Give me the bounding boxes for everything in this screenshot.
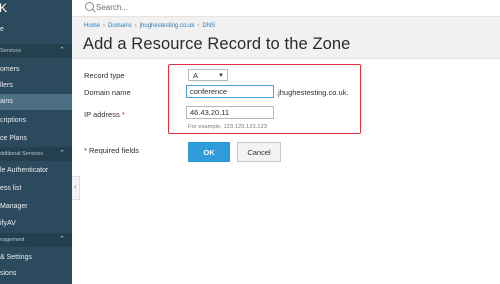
required-star: * — [121, 110, 125, 119]
breadcrumb-separator: › — [103, 23, 106, 29]
page-header: Home › Domains › jhughestesting.co.uk › DNS Ad… — [72, 17, 500, 59]
chevron-up-icon: ⌃ — [59, 47, 65, 54]
search-icon — [85, 2, 94, 11]
chevron-up-icon: ⌃ — [59, 236, 65, 243]
cancel-button[interactable]: Cancel — [237, 142, 281, 162]
required-fields-note: * Required fields — [84, 146, 140, 155]
search-input[interactable] — [96, 1, 246, 14]
breadcrumb: Home › Domains › jhughestesting.co.uk › DNS — [84, 23, 215, 29]
breadcrumb-domains[interactable]: Domains — [108, 23, 132, 29]
sidebar-item-resellers[interactable]: llers — [0, 78, 72, 94]
record-type-label: Record type — [84, 71, 125, 80]
sidebar-item-manager[interactable]: Manager — [0, 199, 72, 215]
sidebar-item-subscriptions[interactable]: criptions — [0, 113, 72, 129]
sidebar-item-access-list[interactable]: ess list — [0, 181, 72, 197]
breadcrumb-separator: › — [134, 23, 137, 29]
top-search-bar — [72, 0, 500, 17]
page-title: Add a Resource Record to the Zone — [83, 35, 351, 53]
sidebar-section-additional-services[interactable]: dditional Services ⌃ — [0, 147, 72, 161]
annotation-highlight-box — [168, 64, 361, 134]
sidebar-item-extensions[interactable]: sions — [0, 266, 72, 282]
sidebar-collapse-handle[interactable]: ‹ — [72, 176, 80, 200]
sidebar: K e Services ⌃ omers llers ains criptions… — [0, 0, 72, 284]
breadcrumb-separator: › — [197, 23, 200, 29]
ip-address-label-text: IP address — [84, 110, 120, 119]
domain-name-label: Domain name — [84, 88, 131, 97]
breadcrumb-domain[interactable]: jhughestesting.co.uk — [140, 23, 195, 29]
breadcrumb-home[interactable]: Home — [84, 23, 100, 29]
ip-address-label: IP address * — [84, 110, 125, 119]
sidebar-section-services[interactable]: Services ⌃ — [0, 44, 72, 58]
sidebar-item-service-plans[interactable]: ce Plans — [0, 131, 72, 147]
ok-button[interactable]: OK — [188, 142, 230, 162]
sidebar-item-home[interactable]: e — [0, 22, 72, 38]
breadcrumb-dns[interactable]: DNS — [202, 23, 215, 29]
sidebar-close-icon[interactable]: K — [0, 1, 7, 15]
sidebar-item-tools-settings[interactable]: & Settings — [0, 250, 72, 266]
sidebar-item-domains[interactable]: ains — [0, 94, 72, 110]
sidebar-item-customers[interactable]: omers — [0, 62, 72, 78]
sidebar-header: K — [0, 0, 72, 17]
sidebar-section-management[interactable]: nagement ⌃ — [0, 233, 72, 247]
chevron-up-icon: ⌃ — [59, 150, 65, 157]
sidebar-item-google-authenticator[interactable]: le Authenticator — [0, 163, 72, 179]
sidebar-item-verifyav[interactable]: ifyAV — [0, 216, 72, 232]
